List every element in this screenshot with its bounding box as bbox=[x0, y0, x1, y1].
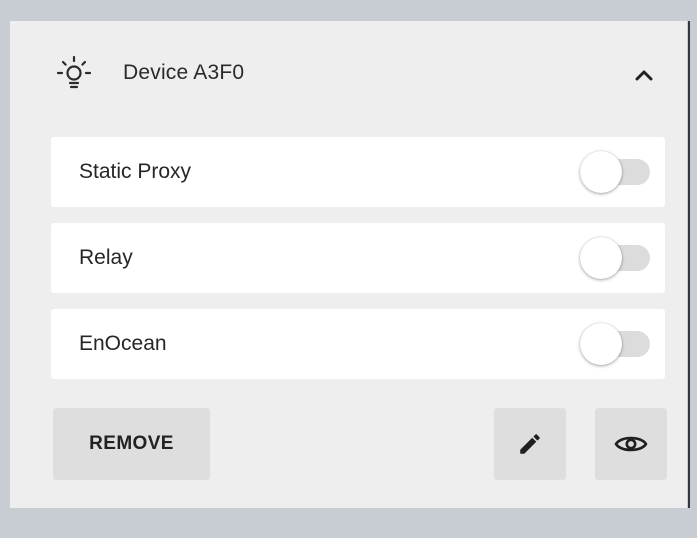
device-title: Device A3F0 bbox=[123, 61, 245, 84]
remove-button[interactable]: REMOVE bbox=[53, 408, 210, 480]
relay-toggle[interactable] bbox=[580, 237, 652, 279]
chevron-up-icon bbox=[635, 70, 653, 81]
feature-row-relay: Relay bbox=[51, 223, 665, 293]
feature-label: Relay bbox=[79, 246, 133, 269]
feature-row-static-proxy: Static Proxy bbox=[51, 137, 665, 207]
feature-row-enocean: EnOcean bbox=[51, 309, 665, 379]
pencil-icon bbox=[520, 434, 540, 454]
lightbulb-icon bbox=[51, 52, 97, 98]
device-panel: Device A3F0 Static Proxy Relay EnOcean R… bbox=[10, 21, 687, 508]
eye-icon bbox=[614, 436, 648, 452]
edit-button[interactable] bbox=[494, 408, 566, 480]
device-header[interactable]: Device A3F0 bbox=[10, 21, 687, 125]
toggle-thumb bbox=[580, 151, 622, 193]
feature-label: Static Proxy bbox=[79, 160, 192, 183]
toggle-thumb bbox=[580, 237, 622, 279]
toggle-thumb bbox=[580, 323, 622, 365]
collapse-button[interactable] bbox=[624, 55, 664, 95]
window-edge bbox=[688, 21, 690, 508]
view-button[interactable] bbox=[595, 408, 667, 480]
enocean-toggle[interactable] bbox=[580, 323, 652, 365]
static-proxy-toggle[interactable] bbox=[580, 151, 652, 193]
feature-label: EnOcean bbox=[79, 332, 167, 355]
